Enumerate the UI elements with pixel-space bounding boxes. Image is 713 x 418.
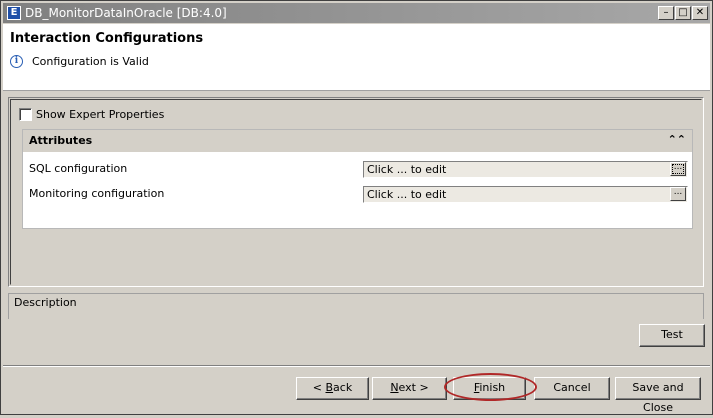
collapse-icon[interactable]: ⌃⌃ (668, 133, 686, 146)
app-icon: E (7, 6, 21, 20)
info-icon: i (10, 55, 23, 68)
sql-config-label: SQL configuration (29, 162, 128, 175)
dialog-window: E DB_MonitorDataInOracle [DB:4.0] – □ ✕ … (0, 0, 713, 415)
monitoring-config-value: Click ... to edit (367, 188, 447, 201)
page-title: Interaction Configurations (10, 31, 204, 46)
show-expert-label[interactable]: Show Expert Properties (36, 108, 164, 121)
monitoring-config-label: Monitoring configuration (29, 187, 165, 200)
minimize-icon[interactable]: – (658, 6, 674, 20)
window-title: DB_MonitorDataInOracle [DB:4.0] (25, 6, 227, 20)
finish-button[interactable]: Finish (453, 377, 526, 400)
maximize-icon[interactable]: □ (675, 6, 691, 20)
sql-config-value: Click ... to edit (367, 163, 447, 176)
sql-config-edit-button[interactable]: ... (670, 162, 686, 176)
status-message: Configuration is Valid (32, 55, 149, 68)
title-bar[interactable]: E DB_MonitorDataInOracle [DB:4.0] – □ ✕ (3, 3, 710, 23)
description-title: Description (14, 296, 81, 309)
attributes-header[interactable]: Attributes ⌃⌃ (23, 130, 692, 152)
next-button[interactable]: Next > (372, 377, 447, 400)
description-group: Description (8, 293, 704, 319)
attributes-section: Attributes ⌃⌃ SQL configuration Click ..… (22, 129, 693, 229)
close-icon[interactable]: ✕ (692, 6, 708, 20)
save-and-close-button[interactable]: Save and Close (615, 377, 701, 414)
sql-config-field[interactable]: Click ... to edit ... (363, 161, 688, 178)
test-button[interactable]: Test (639, 324, 705, 347)
attributes-title: Attributes (29, 134, 93, 147)
back-button[interactable]: < Back (296, 377, 369, 400)
divider (3, 365, 710, 367)
cancel-button[interactable]: Cancel (534, 377, 610, 400)
monitoring-config-edit-button[interactable]: ... (670, 187, 686, 201)
show-expert-checkbox[interactable] (19, 108, 32, 121)
properties-panel: Show Expert Properties Attributes ⌃⌃ SQL… (8, 97, 704, 287)
header-panel: Interaction Configurations i Configurati… (3, 24, 710, 91)
monitoring-config-field[interactable]: Click ... to edit ... (363, 186, 688, 203)
